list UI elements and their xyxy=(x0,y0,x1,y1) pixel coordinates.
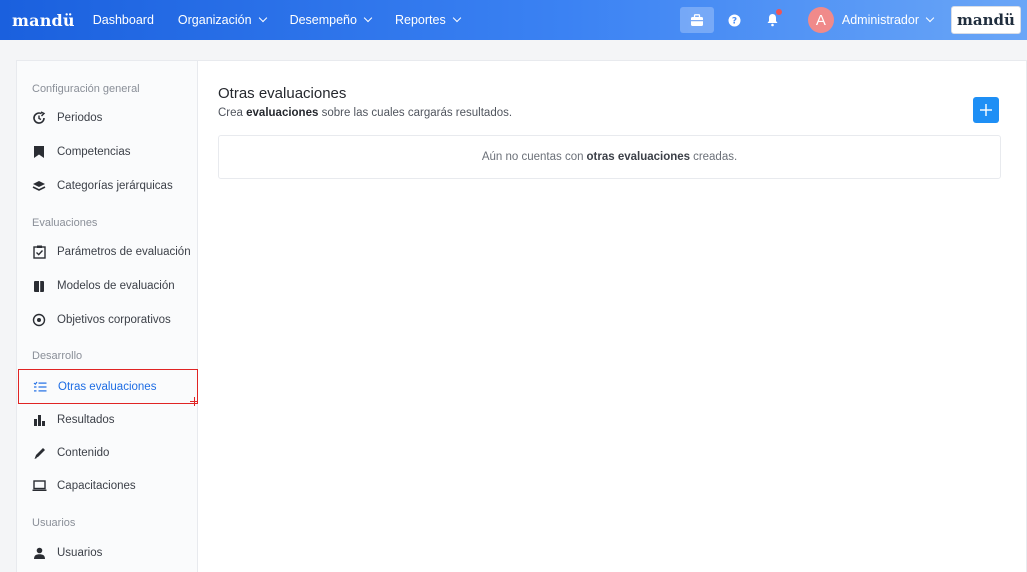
sidebar-item-modelos[interactable]: Modelos de evaluación xyxy=(18,270,196,302)
target-icon xyxy=(31,312,47,328)
subtitle-post: sobre las cuales cargarás resultados. xyxy=(321,107,513,119)
section-desarrollo: Desarrollo xyxy=(32,350,83,362)
chevron-down-icon xyxy=(258,13,267,23)
sidebar-item-label: Contenido xyxy=(57,447,110,459)
nav-desempeno[interactable]: Desempeño xyxy=(289,13,373,27)
laptop-icon xyxy=(31,478,47,494)
chevron-down-icon xyxy=(925,13,935,23)
section-usuarios: Usuarios xyxy=(32,517,76,529)
bookmark-icon xyxy=(31,144,47,160)
sidebar-item-contenido[interactable]: Contenido xyxy=(18,437,196,469)
subtitle-bold: evaluaciones xyxy=(246,107,319,119)
nav-organizacion[interactable]: Organización xyxy=(177,13,267,27)
sidebar-item-resultados[interactable]: Resultados xyxy=(18,404,196,436)
briefcase-button[interactable] xyxy=(679,7,714,33)
empty-state: Aún no cuentas con otras evaluaciones cr… xyxy=(218,135,1001,179)
chevron-down-icon xyxy=(452,13,461,23)
sidebar-item-label: Periodos xyxy=(57,112,103,124)
help-icon: ? xyxy=(728,14,741,26)
help-button[interactable]: ? xyxy=(718,7,752,33)
subtitle-pre: Crea xyxy=(218,107,243,119)
sidebar-item-otras-evaluaciones[interactable]: Otras evaluaciones xyxy=(18,369,198,404)
notifications-button[interactable] xyxy=(756,7,790,33)
sidebar-item-periodos[interactable]: Periodos xyxy=(18,102,196,134)
user-icon xyxy=(31,545,47,561)
bar-chart-icon xyxy=(31,412,47,428)
sidebar-item-label: Otras evaluaciones xyxy=(58,380,157,393)
pencil-icon xyxy=(31,445,47,461)
sidebar-item-objetivos[interactable]: Objetivos corporativos xyxy=(18,304,196,336)
sidebar-item-categorias[interactable]: Categorías jerárquicas xyxy=(18,170,196,202)
nav-dashboard-label: Dashboard xyxy=(92,13,154,27)
user-menu[interactable]: Administrador xyxy=(841,13,935,27)
sidebar: Configuración general Periodos Competenc… xyxy=(16,60,198,572)
nav-dashboard[interactable]: Dashboard xyxy=(93,13,154,27)
sidebar-item-label: Modelos de evaluación xyxy=(57,280,175,292)
checkbox-icon xyxy=(31,244,47,260)
nav-reportes-label: Reportes xyxy=(394,13,446,27)
briefcase-icon xyxy=(690,13,703,26)
sidebar-item-label: Competencias xyxy=(57,146,131,158)
notification-badge xyxy=(775,9,782,15)
chevron-down-icon xyxy=(363,13,373,23)
topbar-right: ? A Administrador mandü xyxy=(679,0,1027,40)
sidebar-item-competencias[interactable]: Competencias xyxy=(18,136,196,168)
empty-post: creadas. xyxy=(693,151,738,163)
nav-reportes[interactable]: Reportes xyxy=(394,13,461,27)
company-logo: mandü xyxy=(951,6,1021,34)
clock-refresh-icon xyxy=(31,110,47,126)
add-evaluation-button[interactable] xyxy=(973,97,999,123)
bell-icon xyxy=(767,14,778,27)
page-subtitle: Crea evaluaciones sobre las cuales carga… xyxy=(218,107,512,119)
nav-desempeno-label: Desempeño xyxy=(289,13,357,27)
sidebar-item-label: Parámetros de evaluación xyxy=(57,246,191,258)
empty-bold: otras evaluaciones xyxy=(586,151,691,163)
top-navbar: mandü Dashboard Organización Desempeño R… xyxy=(0,0,1027,40)
nav-organizacion-label: Organización xyxy=(177,13,252,27)
sidebar-item-usuarios[interactable]: Usuarios xyxy=(18,537,196,569)
empty-pre: Aún no cuentas con xyxy=(481,151,584,163)
section-configuracion-general: Configuración general xyxy=(32,83,140,95)
plus-icon xyxy=(980,104,992,116)
list-icon xyxy=(32,379,48,395)
avatar[interactable]: A xyxy=(807,7,834,33)
book-icon xyxy=(31,278,47,294)
sidebar-item-parametros[interactable]: Parámetros de evaluación xyxy=(18,236,196,268)
svg-text:?: ? xyxy=(732,16,737,26)
sidebar-item-label: Capacitaciones xyxy=(57,480,136,492)
page-title: Otras evaluaciones xyxy=(218,85,347,102)
sidebar-item-label: Usuarios xyxy=(57,547,103,559)
sidebar-item-label: Resultados xyxy=(57,414,115,426)
layers-icon xyxy=(31,178,47,194)
sidebar-item-label: Objetivos corporativos xyxy=(57,314,171,326)
user-name-label: Administrador xyxy=(841,13,919,27)
sidebar-item-capacitaciones[interactable]: Capacitaciones xyxy=(18,470,196,502)
sidebar-item-label: Categorías jerárquicas xyxy=(57,180,173,192)
brand-logo[interactable]: mandü xyxy=(12,11,75,30)
main-content: Otras evaluaciones Crea evaluaciones sob… xyxy=(198,60,1027,572)
section-evaluaciones: Evaluaciones xyxy=(32,217,98,229)
